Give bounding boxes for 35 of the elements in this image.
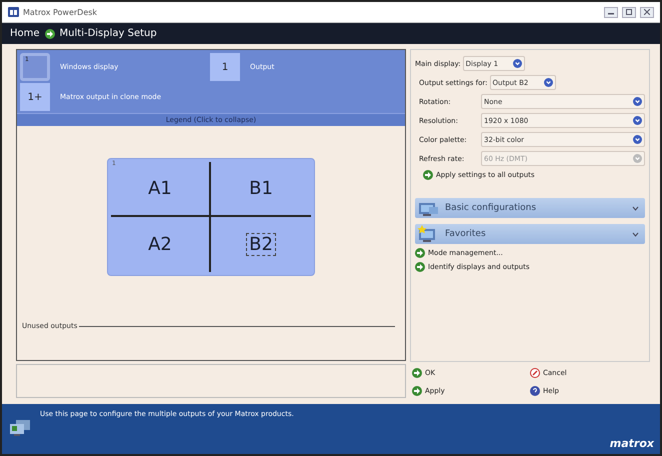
arrow-right-icon (412, 368, 422, 378)
help-icon (530, 386, 540, 396)
monitors-icon (8, 418, 32, 438)
dropdown-icon (633, 154, 642, 163)
dropdown-icon (633, 116, 642, 125)
dropdown-icon (633, 135, 642, 144)
arrow-right-icon (415, 262, 425, 272)
output-tile: 1 (210, 53, 240, 81)
dropdown-icon (512, 59, 522, 68)
close-icon (644, 9, 650, 15)
app-icon (8, 7, 19, 17)
dropdown-icon (544, 78, 553, 87)
cancel-icon (530, 368, 540, 378)
maximize-button[interactable] (622, 6, 636, 18)
dropdown-icon (633, 97, 642, 106)
output-label[interactable]: A2 (145, 233, 175, 256)
section-header[interactable]: Favorites (415, 224, 645, 244)
output-label[interactable]: B1 (246, 177, 276, 200)
close-button[interactable] (640, 6, 654, 18)
output-label[interactable]: A1 (145, 177, 175, 200)
section-header[interactable]: Basic configurations (415, 198, 645, 218)
home-link[interactable]: Home (10, 28, 40, 39)
arrow-right-icon (423, 170, 433, 180)
output-tile: 1+ (20, 83, 50, 111)
arrow-right-icon (415, 248, 425, 258)
window-title: Matrox PowerDesk (23, 8, 98, 16)
minimize-button[interactable] (604, 6, 618, 18)
arrow-right-icon (412, 386, 422, 396)
chevron-down-icon (632, 232, 639, 236)
logo: matrox (610, 437, 654, 450)
output-label[interactable]: B2 (246, 233, 276, 256)
chevron-down-icon (632, 206, 639, 210)
page-title: Multi-Display Setup (60, 28, 157, 39)
arrow-right-icon (44, 28, 55, 38)
maximize-icon (626, 9, 632, 15)
